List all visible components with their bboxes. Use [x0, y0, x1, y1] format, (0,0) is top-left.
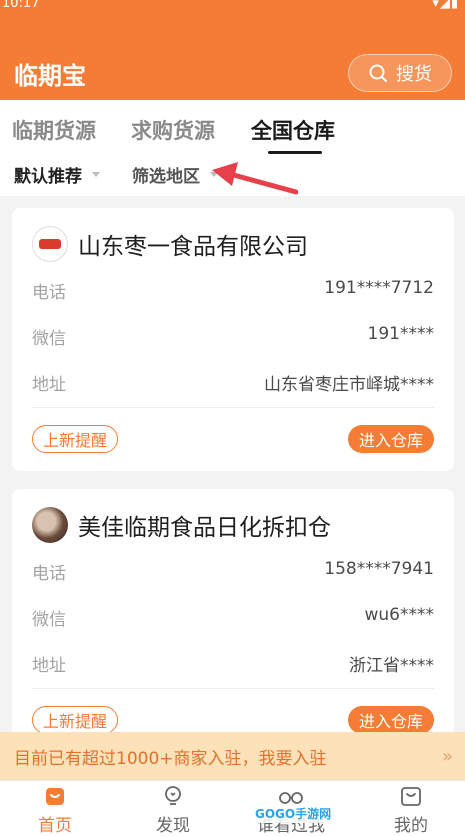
company-name: 美佳临期食品日化拆扣仓 [78, 515, 331, 541]
enter-warehouse-button[interactable]: 进入仓库 [347, 706, 434, 734]
nav-home[interactable]: 首页 [15, 783, 95, 836]
subscribe-button[interactable]: 上新提醒 [32, 425, 119, 453]
company-avatar [32, 507, 68, 543]
address-label: 地址 [32, 656, 66, 676]
search-label: 搜货 [396, 64, 432, 85]
phone-label: 电话 [32, 564, 66, 584]
watermark: GOGO手游网 [252, 804, 335, 823]
wechat-label: 微信 [32, 329, 66, 349]
address-value: 浙江省**** [349, 656, 434, 676]
nav-home-label: 首页 [38, 816, 72, 836]
shopping-bag-icon [398, 783, 424, 809]
phone-value: 191****7712 [324, 278, 434, 298]
address-row: 地址 山东省枣庄市峄城**** [32, 370, 434, 395]
tab-expiring-supply[interactable]: 临期货源 [12, 115, 96, 145]
home-bag-icon [42, 783, 68, 809]
annotation-arrow-icon [212, 162, 298, 195]
app-header: 10:17 ▾◢▮ 临期宝 搜货 [0, 0, 465, 100]
nav-discover-label: 发现 [156, 816, 190, 836]
phone-row: 电话 158****7941 [32, 559, 434, 584]
status-time: 10:17 [2, 0, 40, 11]
subscribe-button[interactable]: 上新提醒 [32, 706, 119, 734]
caret-down-icon [92, 172, 100, 177]
merchant-join-banner[interactable]: 目前已有超过1000+商家入驻，我要入驻 » [0, 732, 465, 780]
phone-row: 电话 191****7712 [32, 278, 434, 303]
nav-mine-label: 我的 [394, 816, 428, 836]
warehouse-card[interactable]: 山东枣一食品有限公司 电话 191****7712 微信 191**** 地址 … [12, 208, 454, 471]
active-tab-indicator [268, 151, 322, 154]
phone-value: 158****7941 [324, 559, 434, 579]
lightbulb-icon [160, 783, 186, 809]
filter-recommend-label: 默认推荐 [14, 167, 82, 187]
status-icons: ▾◢▮ [432, 0, 459, 11]
nav-mine[interactable]: 我的 [371, 783, 451, 836]
company-name: 山东枣一食品有限公司 [78, 234, 308, 260]
double-chevron-right-icon: » [441, 745, 453, 767]
enter-warehouse-button[interactable]: 进入仓库 [347, 425, 434, 453]
wechat-value: wu6**** [364, 605, 435, 625]
wechat-label: 微信 [32, 610, 66, 630]
app-title: 临期宝 [14, 62, 86, 90]
address-value: 山东省枣庄市峄城**** [264, 375, 434, 395]
filter-region-label: 筛选地区 [132, 167, 200, 187]
warehouse-card[interactable]: 美佳临期食品日化拆扣仓 电话 158****7941 微信 wu6**** 地址… [12, 489, 454, 739]
bottom-nav: 首页 发现 谁看过我 我的 [0, 780, 465, 836]
card-header: 山东枣一食品有限公司 [32, 226, 308, 262]
card-header: 美佳临期食品日化拆扣仓 [32, 507, 331, 543]
tab-purchase-supply[interactable]: 求购货源 [131, 115, 215, 145]
filter-recommend[interactable]: 默认推荐 [14, 162, 100, 187]
divider [32, 407, 434, 408]
address-label: 地址 [32, 375, 66, 395]
search-button[interactable]: 搜货 [348, 54, 452, 92]
company-logo [32, 226, 68, 262]
phone-label: 电话 [32, 283, 66, 303]
wechat-row: 微信 wu6**** [32, 605, 434, 630]
divider [32, 688, 434, 689]
wechat-value: 191**** [367, 324, 434, 344]
nav-discover[interactable]: 发现 [133, 783, 213, 836]
wechat-row: 微信 191**** [32, 324, 434, 349]
tab-national-warehouse[interactable]: 全国仓库 [251, 115, 335, 145]
filter-region[interactable]: 筛选地区 [132, 162, 218, 187]
search-icon [369, 64, 387, 82]
banner-text: 目前已有超过1000+商家入驻，我要入驻 [14, 748, 327, 769]
address-row: 地址 浙江省**** [32, 651, 434, 676]
